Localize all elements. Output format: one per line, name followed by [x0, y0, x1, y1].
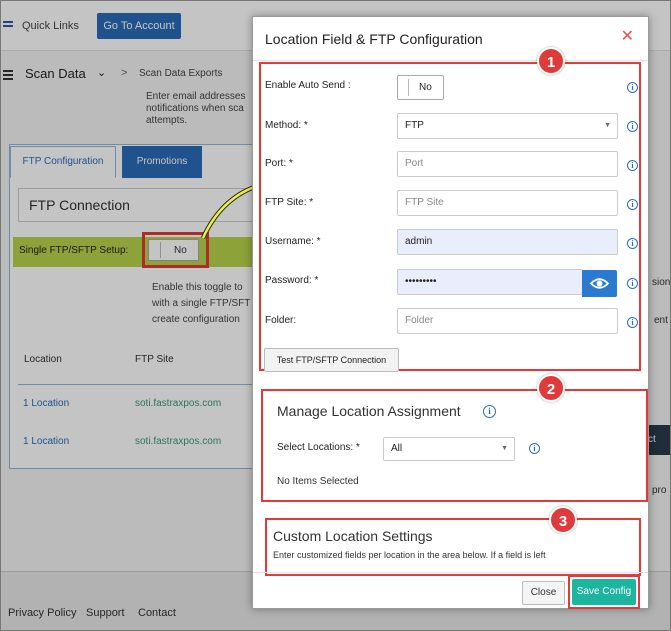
select-locations-label: Select Locations: * [277, 442, 360, 453]
dropdown-arrow-icon: ▼ [604, 122, 611, 129]
test-connection-button[interactable]: Test FTP/SFTP Connection [264, 348, 399, 372]
method-select[interactable]: FTP ▼ [397, 113, 618, 139]
folder-input[interactable]: Folder [397, 308, 618, 334]
info-icon[interactable]: i [627, 160, 638, 171]
dropdown-arrow-icon: ▼ [501, 445, 508, 452]
info-icon[interactable]: i [627, 82, 638, 93]
toggle-state: No [419, 82, 432, 93]
info-icon[interactable]: i [627, 121, 638, 132]
port-input[interactable]: Port [397, 151, 618, 177]
modal-header: Location Field & FTP Configuration ✕ [253, 17, 648, 61]
username-input[interactable]: admin [397, 229, 618, 255]
ftp-config-modal: Location Field & FTP Configuration ✕ 1 E… [252, 16, 649, 609]
password-label: Password: * [265, 275, 319, 286]
highlight-box-custom-settings [265, 518, 641, 576]
eye-icon [589, 278, 610, 289]
info-icon[interactable]: i [529, 443, 540, 454]
step-badge: 3 [549, 506, 577, 534]
no-items-text: No Items Selected [277, 476, 359, 487]
info-icon[interactable]: i [627, 238, 638, 249]
auto-send-toggle[interactable]: No [397, 75, 444, 100]
method-value: FTP [405, 120, 424, 131]
ftp-site-label: FTP Site: * [265, 197, 314, 208]
custom-location-description: Enter customized fields per location in … [273, 550, 546, 560]
info-icon[interactable]: i [627, 317, 638, 328]
port-label: Port: * [265, 158, 293, 169]
method-label: Method: * [265, 120, 308, 131]
info-icon[interactable]: i [483, 405, 496, 418]
select-locations-value: All [391, 443, 403, 454]
info-icon[interactable]: i [627, 278, 638, 289]
username-label: Username: * [265, 236, 321, 247]
step-badge: 2 [537, 374, 565, 402]
step-badge: 1 [537, 47, 565, 75]
modal-title: Location Field & FTP Configuration [265, 31, 483, 47]
ftp-site-input[interactable]: FTP Site [397, 190, 618, 216]
password-input[interactable]: ••••••••• [397, 269, 583, 295]
show-password-button[interactable] [582, 270, 617, 297]
close-icon[interactable]: ✕ [621, 29, 634, 45]
save-config-button[interactable]: Save Config [572, 579, 636, 605]
folder-label: Folder: [265, 315, 297, 326]
select-locations-dropdown[interactable]: All ▼ [383, 437, 515, 461]
custom-location-title: Custom Location Settings [273, 528, 433, 544]
close-button[interactable]: Close [522, 581, 565, 605]
manage-location-title: Manage Location Assignment [277, 403, 461, 419]
toggle-knob [400, 79, 409, 96]
info-icon[interactable]: i [627, 199, 638, 210]
auto-send-label: Enable Auto Send : [265, 80, 351, 91]
